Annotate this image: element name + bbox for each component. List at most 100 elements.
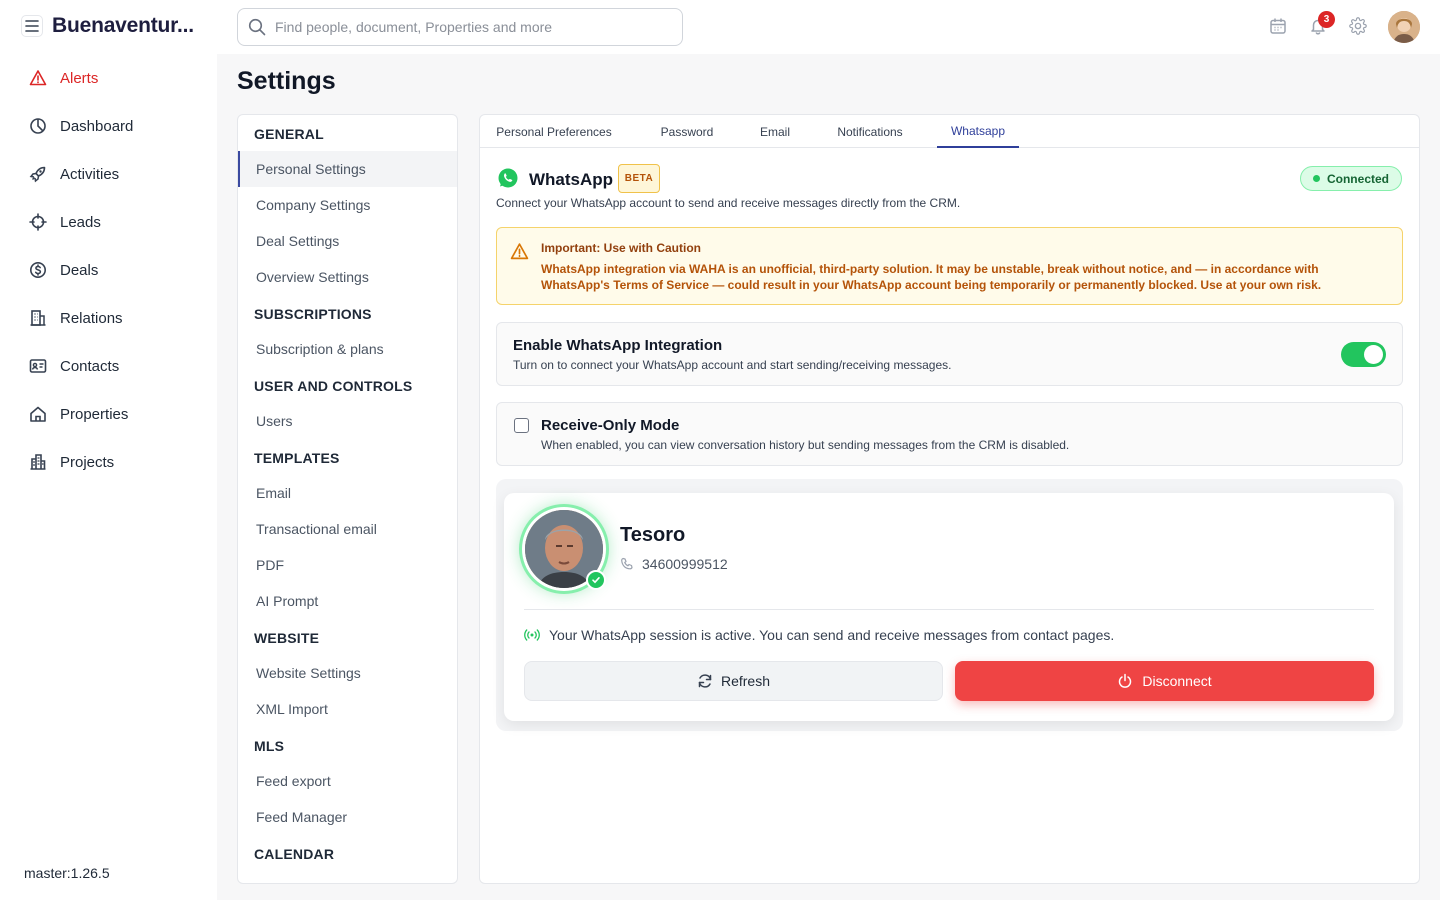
menu-link-overview-settings[interactable]: Overview Settings bbox=[238, 259, 457, 295]
connection-status-badge: Connected bbox=[1300, 166, 1402, 191]
menu-heading-general: GENERAL bbox=[254, 126, 324, 142]
verified-check-icon bbox=[586, 570, 606, 590]
tab-personal-preferences[interactable]: Personal Preferences bbox=[492, 115, 616, 148]
brand-name[interactable]: Buenaventur... bbox=[52, 14, 194, 38]
gear-icon bbox=[1349, 17, 1367, 35]
sidebar-item-label: Contacts bbox=[60, 357, 120, 375]
menu-heading-templates: TEMPLATES bbox=[254, 450, 340, 466]
sidebar-item-label: Dashboard bbox=[60, 117, 134, 135]
calendar-button[interactable] bbox=[1268, 16, 1288, 36]
enable-integration-title: Enable WhatsApp Integration bbox=[513, 337, 723, 354]
calendar-icon bbox=[1270, 18, 1286, 34]
menu-link-feed-manager[interactable]: Feed Manager bbox=[238, 799, 457, 835]
crosshair-icon bbox=[28, 212, 48, 232]
refresh-label: Refresh bbox=[720, 673, 771, 689]
sidebar-item-relations[interactable]: Relations bbox=[28, 306, 123, 330]
page-title: Settings bbox=[237, 67, 336, 95]
sidebar-item-label: Alerts bbox=[60, 69, 99, 87]
building-icon bbox=[28, 308, 48, 328]
sidebar-item-deals[interactable]: Deals bbox=[28, 258, 98, 282]
menu-heading-calendar: CALENDAR bbox=[254, 846, 335, 862]
dollar-icon bbox=[28, 260, 48, 280]
menu-link-feed-export[interactable]: Feed export bbox=[238, 763, 457, 799]
rocket-icon bbox=[28, 164, 48, 184]
enable-integration-card: Enable WhatsApp Integration Turn on to c… bbox=[496, 322, 1403, 386]
sidebar-item-label: Projects bbox=[60, 453, 115, 471]
sidebar-item-dashboard[interactable]: Dashboard bbox=[28, 114, 133, 138]
search-input[interactable] bbox=[275, 19, 665, 35]
phone-icon bbox=[621, 557, 633, 570]
settings-tabs: Personal Preferences Password Email Noti… bbox=[480, 115, 1419, 148]
menu-link-personal-settings[interactable]: Personal Settings bbox=[238, 151, 457, 187]
whatsapp-session-card: Tesoro 34600999512 Your WhatsApp session… bbox=[504, 493, 1394, 721]
receive-only-description: When enabled, you can view conversation … bbox=[541, 438, 1070, 452]
toggle-knob bbox=[1364, 345, 1383, 364]
sidebar-item-leads[interactable]: Leads bbox=[28, 210, 101, 234]
session-active-message: Your WhatsApp session is active. You can… bbox=[524, 627, 1114, 643]
enable-integration-toggle[interactable] bbox=[1341, 342, 1386, 367]
sidebar-item-label: Relations bbox=[60, 309, 123, 327]
sidebar-item-alerts[interactable]: Alerts bbox=[28, 66, 98, 90]
user-avatar[interactable] bbox=[1388, 11, 1420, 43]
contact-phone-number: 34600999512 bbox=[642, 556, 728, 572]
receive-only-card: Receive-Only Mode When enabled, you can … bbox=[496, 402, 1403, 466]
menu-link-xml-import[interactable]: XML Import bbox=[238, 691, 457, 727]
receive-only-checkbox[interactable] bbox=[514, 418, 529, 433]
sidebar-item-label: Properties bbox=[60, 405, 129, 423]
menu-heading-user-and-controls: USER AND CONTROLS bbox=[254, 378, 413, 394]
sidebar-item-label: Leads bbox=[60, 213, 101, 231]
menu-link-users[interactable]: Users bbox=[238, 403, 457, 439]
receive-only-title: Receive-Only Mode bbox=[541, 417, 680, 434]
connection-status-label: Connected bbox=[1326, 171, 1389, 186]
menu-link-ai-prompt[interactable]: AI Prompt bbox=[238, 583, 457, 619]
tab-email[interactable]: Email bbox=[754, 115, 796, 148]
menu-link-transactional-email[interactable]: Transactional email bbox=[238, 511, 457, 547]
menu-link-company-settings[interactable]: Company Settings bbox=[238, 187, 457, 223]
city-icon bbox=[28, 452, 48, 472]
card-divider bbox=[524, 609, 1374, 610]
sidebar-item-projects[interactable]: Projects bbox=[28, 450, 114, 474]
status-dot-icon bbox=[1312, 175, 1320, 182]
beta-badge: BETA bbox=[618, 164, 660, 193]
whatsapp-description: Connect your WhatsApp account to send an… bbox=[496, 196, 961, 210]
caution-body: WhatsApp integration via WAHA is an unof… bbox=[541, 262, 1322, 292]
menu-link-email[interactable]: Email bbox=[238, 475, 457, 511]
power-icon bbox=[1119, 673, 1132, 688]
sidebar-item-activities[interactable]: Activities bbox=[28, 162, 119, 186]
contact-name: Tesoro bbox=[620, 524, 686, 546]
warning-triangle-icon bbox=[510, 243, 529, 260]
settings-button[interactable] bbox=[1348, 16, 1368, 36]
alert-triangle-icon bbox=[28, 68, 48, 88]
sidebar-item-contacts[interactable]: Contacts bbox=[28, 354, 119, 378]
tab-whatsapp[interactable]: Whatsapp bbox=[937, 115, 1019, 148]
menu-heading-subscriptions: SUBSCRIPTIONS bbox=[254, 306, 372, 322]
menu-link-pdf[interactable]: PDF bbox=[238, 547, 457, 583]
settings-menu: GENERAL Personal Settings Company Settin… bbox=[237, 114, 458, 884]
hamburger-menu-button[interactable] bbox=[21, 15, 43, 37]
menu-link-website-settings[interactable]: Website Settings bbox=[238, 655, 457, 691]
disconnect-button[interactable]: Disconnect bbox=[955, 661, 1374, 701]
sidebar-item-properties[interactable]: Properties bbox=[28, 402, 128, 426]
sidebar-item-label: Activities bbox=[60, 165, 120, 183]
menu-link-subscription-plans[interactable]: Subscription & plans bbox=[238, 331, 457, 367]
tab-notifications[interactable]: Notifications bbox=[830, 115, 910, 148]
caution-title: Important: Use with Caution bbox=[541, 241, 701, 255]
session-active-text: Your WhatsApp session is active. You can… bbox=[549, 627, 1115, 643]
top-bar: Buenaventur... 3 bbox=[0, 0, 1440, 54]
menu-link-deal-settings[interactable]: Deal Settings bbox=[238, 223, 457, 259]
user-photo-icon bbox=[1388, 11, 1420, 43]
whatsapp-logo-icon bbox=[498, 168, 518, 188]
search-icon bbox=[248, 18, 266, 36]
pie-chart-icon bbox=[28, 116, 48, 136]
refresh-button[interactable]: Refresh bbox=[524, 661, 943, 701]
notification-count-badge: 3 bbox=[1318, 11, 1335, 28]
contact-phone: 34600999512 bbox=[620, 556, 728, 572]
signal-icon bbox=[524, 629, 540, 641]
enable-integration-description: Turn on to connect your WhatsApp account… bbox=[513, 358, 952, 372]
home-icon bbox=[28, 404, 48, 424]
main-sidebar: Alerts Dashboard Activities Leads Deals … bbox=[0, 54, 217, 900]
sidebar-item-label: Deals bbox=[60, 261, 99, 279]
global-search[interactable] bbox=[237, 8, 683, 46]
menu-heading-website: WEBSITE bbox=[254, 630, 320, 646]
tab-password[interactable]: Password bbox=[654, 115, 720, 148]
